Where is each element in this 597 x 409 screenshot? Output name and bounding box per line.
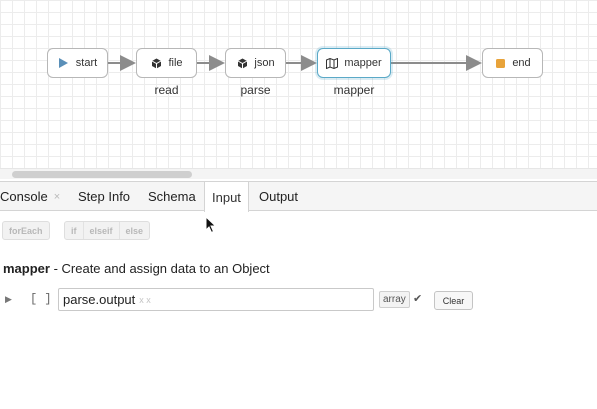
tab-input[interactable]: Input: [204, 182, 249, 212]
panel-tab-bar: Console × Step Info Schema Input Output: [0, 181, 597, 212]
expression-input[interactable]: parse.output x x: [58, 288, 374, 311]
node-mapper[interactable]: mapper: [317, 48, 391, 78]
node-sublabel-mapper: mapper: [333, 83, 375, 97]
tab-label: Schema: [148, 189, 196, 204]
tab-label: Step Info: [78, 189, 131, 204]
tab-label: Input: [212, 189, 241, 205]
node-end[interactable]: end: [482, 48, 543, 78]
step-name: mapper: [3, 261, 50, 276]
node-json[interactable]: json: [225, 48, 286, 78]
tab-label: Output: [259, 189, 299, 204]
expression-value: parse.output: [63, 292, 136, 307]
map-icon: [326, 57, 339, 69]
node-label: json: [254, 57, 275, 69]
clear-button[interactable]: Clear: [434, 291, 473, 310]
node-file[interactable]: file: [136, 48, 197, 78]
node-label: mapper: [344, 57, 382, 69]
node-label: file: [168, 57, 183, 69]
step-description: - Create and assign data to an Object: [49, 261, 270, 276]
flow-edges: [108, 55, 482, 71]
array-brackets-label: [ ]: [30, 292, 52, 306]
expand-triangle-icon[interactable]: ▶: [5, 294, 12, 305]
foreach-button[interactable]: forEach: [3, 222, 49, 239]
tab-output[interactable]: Output: [259, 182, 298, 211]
node-sublabel-json: parse: [240, 83, 271, 97]
flow-canvas[interactable]: start file read json parse mapper mapper…: [0, 0, 597, 168]
stop-icon: [494, 57, 506, 69]
tab-console[interactable]: Console ×: [0, 182, 66, 211]
cube-icon: [236, 57, 248, 69]
node-label: start: [75, 57, 98, 69]
if-button[interactable]: if: [65, 222, 84, 239]
elseif-button[interactable]: elseif: [84, 222, 120, 239]
mouse-cursor-icon: [205, 216, 217, 234]
conditional-button-group: if elseif else: [64, 221, 151, 240]
node-label: end: [512, 57, 531, 69]
node-sublabel-file: read: [154, 83, 179, 97]
step-heading: mapper - Create and assign data to an Ob…: [3, 261, 270, 276]
tab-schema[interactable]: Schema: [148, 182, 196, 211]
type-badge: array: [379, 291, 410, 308]
play-icon: [58, 57, 70, 69]
node-start[interactable]: start: [47, 48, 108, 78]
foreach-button-group: forEach: [2, 221, 50, 240]
canvas-horizontal-scrollbar[interactable]: [0, 168, 597, 179]
else-button[interactable]: else: [120, 222, 150, 239]
expression-hint: x x: [139, 294, 151, 305]
close-icon[interactable]: ×: [54, 191, 60, 203]
tab-label: Console: [0, 189, 48, 204]
tab-step-info[interactable]: Step Info: [78, 182, 130, 211]
cube-icon: [150, 57, 162, 69]
check-icon: ✔: [413, 293, 423, 305]
scrollbar-thumb[interactable]: [12, 171, 192, 178]
